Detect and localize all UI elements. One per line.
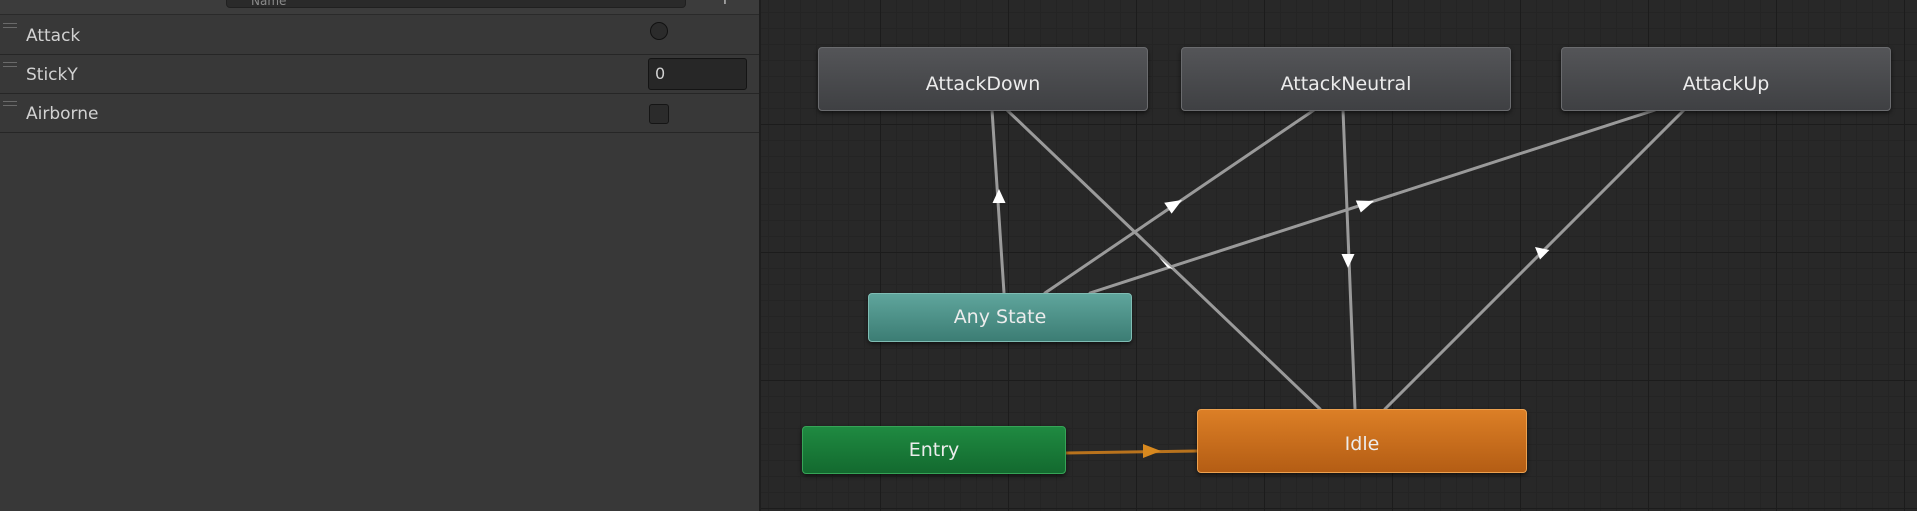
animator-window: Name + Attack StickY 0 Airborne bbox=[0, 0, 1917, 511]
state-label: Any State bbox=[953, 306, 1047, 328]
transition-arrow-icon bbox=[992, 189, 1006, 203]
state-label: AttackUp bbox=[1682, 73, 1770, 95]
state-label: Idle bbox=[1344, 433, 1380, 455]
state-node-idle[interactable]: Idle bbox=[1197, 409, 1527, 473]
state-node-attackup[interactable]: AttackUp bbox=[1561, 47, 1891, 111]
state-label: AttackDown bbox=[925, 73, 1041, 95]
transition-arrow-icon bbox=[1355, 200, 1374, 213]
state-node-attackdown[interactable]: AttackDown bbox=[818, 47, 1148, 111]
transition-attackdown-to-idle[interactable] bbox=[1005, 108, 1322, 411]
transition-attackup-to-idle[interactable] bbox=[1383, 108, 1686, 411]
state-label: AttackNeutral bbox=[1280, 73, 1412, 95]
default-transition-arrow-icon bbox=[1143, 444, 1161, 458]
state-node-attackneutral[interactable]: AttackNeutral bbox=[1181, 47, 1511, 111]
default-transition-entry-to-idle[interactable] bbox=[1065, 449, 1198, 455]
state-node-entry[interactable]: Entry bbox=[802, 426, 1066, 474]
state-label: Entry bbox=[908, 439, 960, 461]
transition-arrow-icon bbox=[1341, 254, 1355, 268]
state-node-any-state[interactable]: Any State bbox=[868, 293, 1132, 342]
